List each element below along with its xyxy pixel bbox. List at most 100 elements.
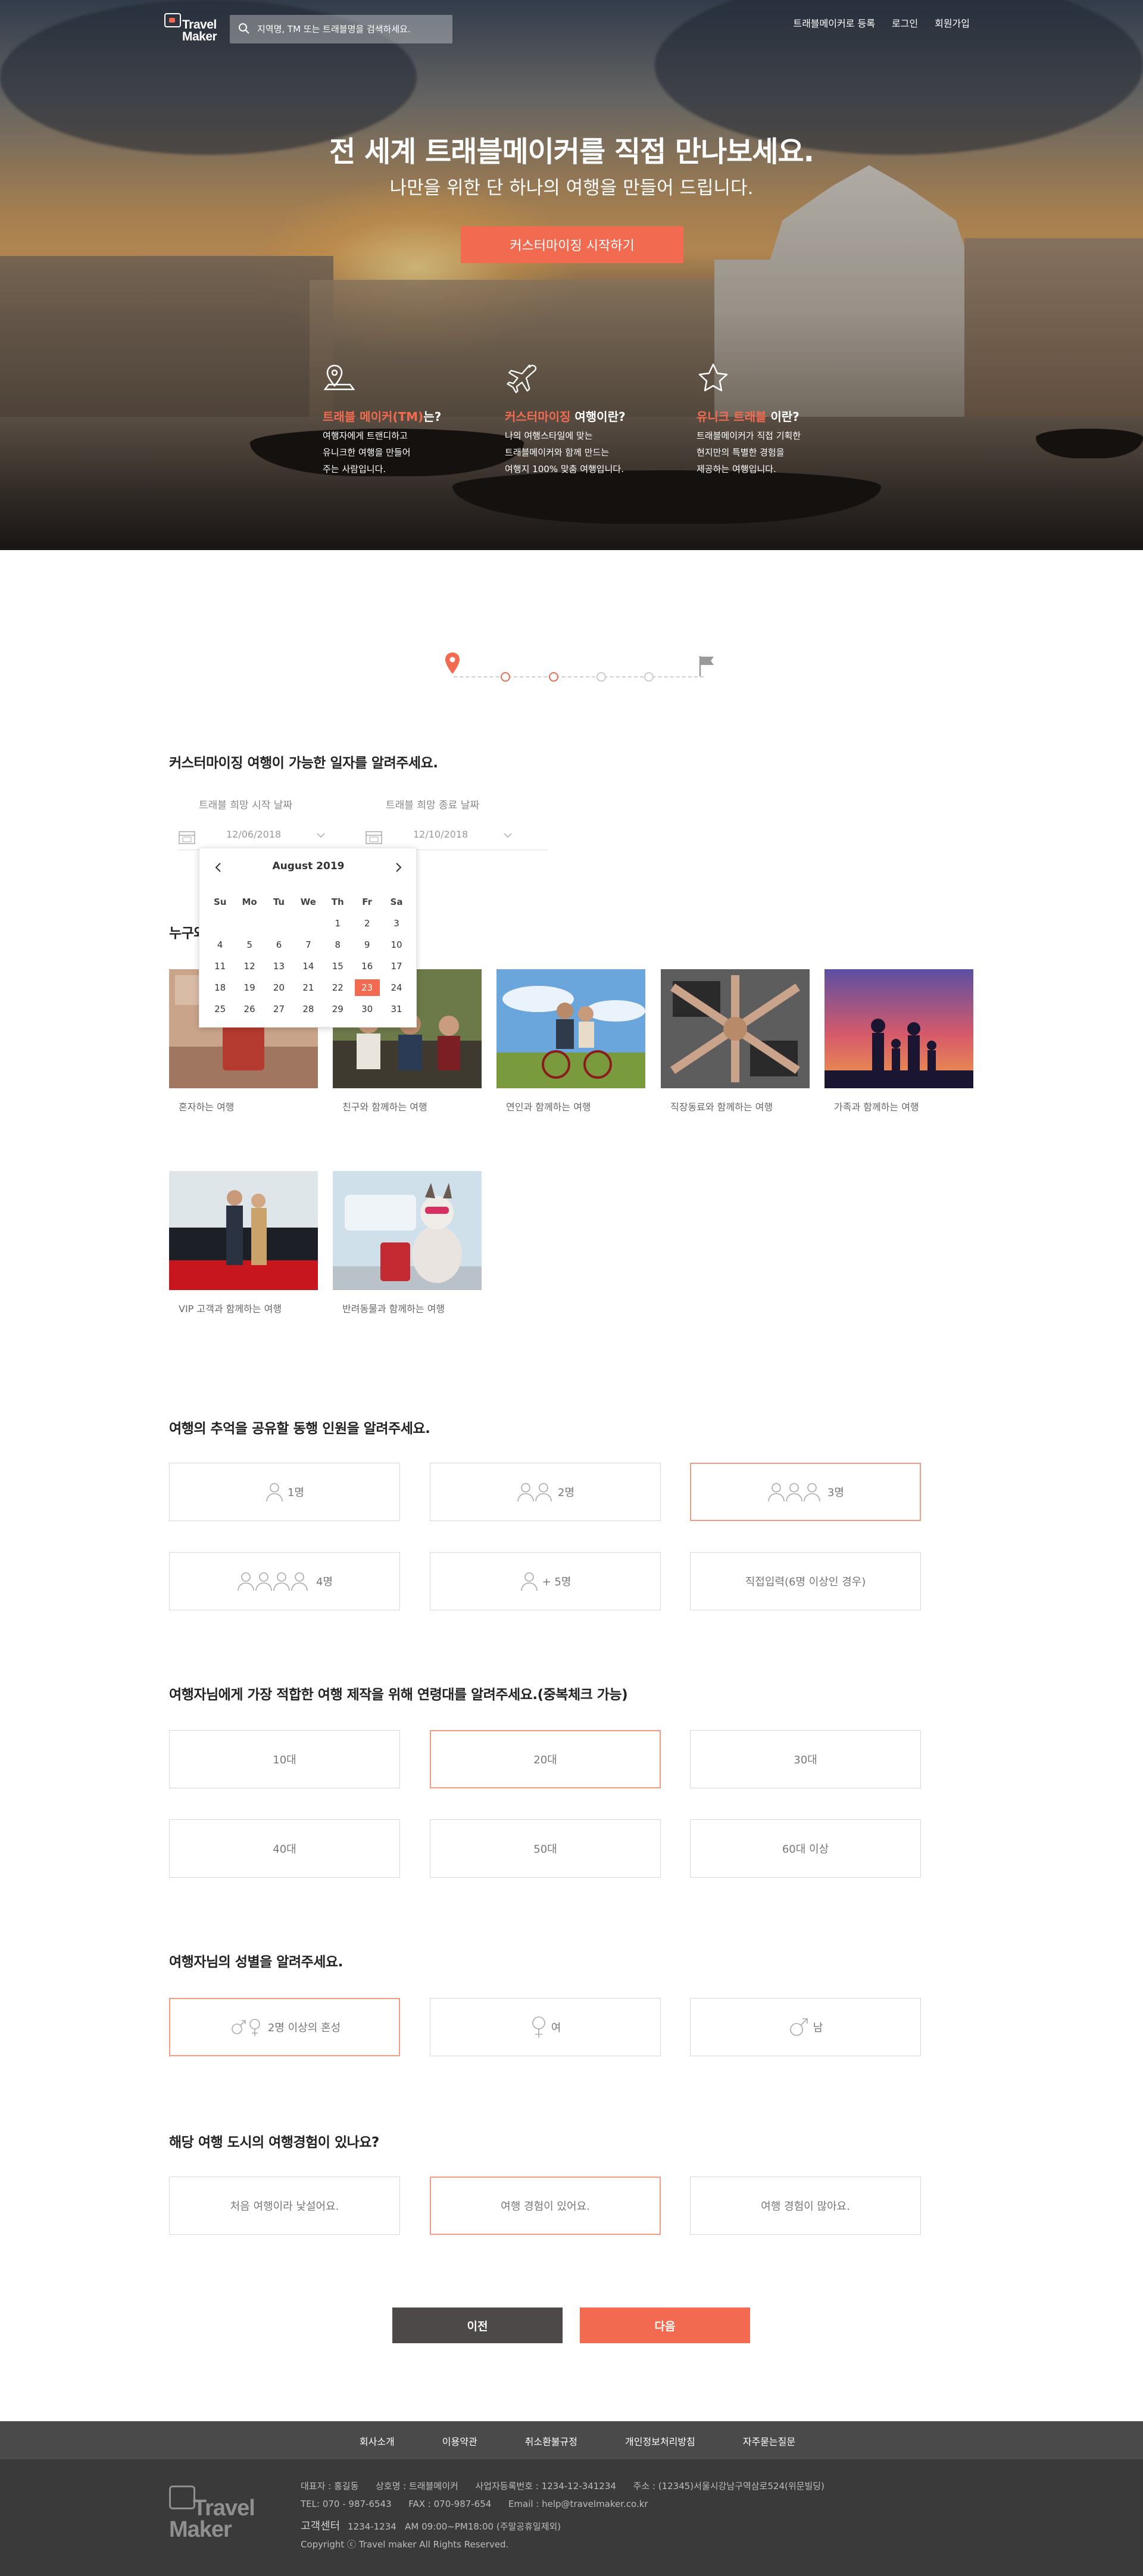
chevron-right-icon	[396, 863, 402, 872]
calendar-cell-text: Mo	[242, 897, 257, 907]
footer-link-privacy[interactable]: 개인정보처리방침	[625, 2434, 695, 2448]
nav-register-travelmaker[interactable]: 트래블메이커로 등록	[793, 15, 875, 30]
age-option-50s[interactable]: 50대	[430, 1819, 661, 1878]
experience-option-some[interactable]: 여행 경험이 있어요.	[430, 2177, 661, 2235]
calendar-cell-text: 20	[273, 982, 285, 993]
vip-travel-photo	[169, 1171, 318, 1290]
company-info-line2: TEL: 070 - 987-6543 FAX : 070-987-654 Em…	[301, 2499, 648, 2509]
search-input[interactable]	[257, 20, 442, 38]
age-option-60plus[interactable]: 60대 이상	[690, 1819, 921, 1878]
gender-option-male[interactable]: 남	[690, 1998, 921, 2056]
age-option-10s[interactable]: 10대	[169, 1730, 400, 1788]
calendar-cell-text: 14	[302, 961, 314, 972]
next-button[interactable]: 다음	[580, 2308, 750, 2343]
gender-option-female[interactable]: 여	[430, 1998, 661, 2056]
calendar-day[interactable]: 4	[205, 936, 235, 958]
calendar-day[interactable]: 21	[293, 979, 323, 1001]
calendar-day[interactable]	[293, 915, 323, 936]
calendar-day[interactable]: 7	[293, 936, 323, 958]
calendar-day[interactable]: 31	[382, 1001, 411, 1022]
footer-logo-line1: Travel	[193, 2496, 255, 2521]
calendar-day[interactable]: 8	[323, 936, 352, 958]
footer-link-faq[interactable]: 자주묻는질문	[743, 2434, 795, 2448]
start-customizing-button[interactable]: 커스터마이징 시작하기	[461, 226, 683, 263]
search-icon[interactable]	[238, 23, 250, 35]
experience-option-many[interactable]: 여행 경험이 많아요.	[690, 2177, 921, 2235]
calendar-cell-text: We	[300, 897, 316, 907]
calendar-day[interactable]: 1	[323, 915, 352, 936]
hero-subtitle: 나만을 위한 단 하나의 여행을 만들어 드립니다.	[389, 177, 754, 199]
calendar-day[interactable]: 30	[352, 1001, 382, 1022]
party-size-option-5plus[interactable]: + 5명	[430, 1552, 661, 1610]
option-label: 여	[551, 2022, 561, 2034]
calendar-day[interactable]: 26	[235, 1001, 264, 1022]
age-option-40s[interactable]: 40대	[169, 1819, 400, 1878]
party-size-option-2[interactable]: 2명	[430, 1463, 661, 1521]
calendar-day[interactable]: 27	[264, 1001, 293, 1022]
calendar-day[interactable]: 28	[293, 1001, 323, 1022]
calendar-day[interactable]: 12	[235, 958, 264, 979]
start-date-field[interactable]: 12/06/2018	[179, 826, 360, 850]
gender-option-mixed[interactable]: 2명 이상의 혼성	[169, 1998, 400, 2056]
nav-signup[interactable]: 회원가입	[935, 15, 970, 30]
calendar-day[interactable]: 20	[264, 979, 293, 1001]
calendar-day[interactable]: 29	[323, 1001, 352, 1022]
calendar-cell-text: 16	[361, 961, 373, 972]
calendar-day[interactable]	[264, 915, 293, 936]
end-date-value: 12/10/2018	[413, 829, 469, 840]
calendar-day-selected[interactable]: 23	[352, 979, 382, 1001]
calendar-day[interactable]: 9	[352, 936, 382, 958]
calendar-day[interactable]: 17	[382, 958, 411, 979]
footer-link-refund-policy[interactable]: 취소환불규정	[525, 2434, 577, 2448]
calendar-month: August 2019	[272, 860, 345, 872]
end-date-field[interactable]: 12/10/2018	[366, 826, 547, 850]
calendar-weekday: Mo	[235, 894, 264, 915]
calendar-day[interactable]: 13	[264, 958, 293, 979]
feature-title-highlight: 커스터마이징	[505, 410, 571, 424]
nav-login[interactable]: 로그인	[892, 15, 918, 30]
calendar-day[interactable]: 24	[382, 979, 411, 1001]
calendar-day[interactable]: 10	[382, 936, 411, 958]
calendar-day[interactable]: 3	[382, 915, 411, 936]
feature-desc: 트래블메이커가 직접 기획한 현지만의 특별한 경험을 제공하는 여행입니다.	[697, 430, 801, 474]
calendar-cell-text: 23	[354, 979, 380, 996]
party-size-option-4[interactable]: 4명	[169, 1552, 400, 1610]
calendar-cell-text: 11	[214, 961, 226, 972]
tile-caption: 가족과 함께하는 여행	[834, 1101, 919, 1113]
footer-link-terms[interactable]: 이용약관	[442, 2434, 477, 2448]
calendar-day[interactable]: 22	[323, 979, 352, 1001]
age-option-30s[interactable]: 30대	[690, 1730, 921, 1788]
calendar-day[interactable]	[235, 915, 264, 936]
prev-button[interactable]: 이전	[392, 2308, 563, 2343]
age-option-20s[interactable]: 20대	[430, 1730, 661, 1788]
age-question: 여행자님에게 가장 적합한 여행 제작을 위해 연령대를 알려주세요.(중복체크…	[169, 1687, 628, 1703]
calendar-cell-text: 31	[391, 1004, 402, 1014]
end-date-label: 트래블 희망 종료 날짜	[386, 800, 479, 811]
party-size-option-3[interactable]: 3명	[690, 1463, 921, 1521]
party-size-option-custom[interactable]: 직접입력(6명 이상인 경우)	[690, 1552, 921, 1610]
calendar-day[interactable]: 18	[205, 979, 235, 1001]
calendar-day[interactable]: 6	[264, 936, 293, 958]
footer-link-company[interactable]: 회사소개	[360, 2434, 395, 2448]
top-bar: Travel Maker 트래블메이커로 등록 로그인 회원가입	[0, 0, 1143, 54]
feature-title: 커스터마이징 여행이란?	[505, 407, 626, 424]
calendar-day[interactable]: 15	[323, 958, 352, 979]
calendar-day[interactable]	[205, 915, 235, 936]
calendar-day[interactable]: 5	[235, 936, 264, 958]
company-info: 대표자 : 홍길동 상호명 : 트래블메이커 사업자등록번호 : 1234-12…	[301, 2477, 825, 2553]
option-label: 2명 이상의 혼성	[267, 2022, 341, 2034]
calendar-day[interactable]: 2	[352, 915, 382, 936]
calendar-day[interactable]: 14	[293, 958, 323, 979]
site-logo[interactable]: Travel Maker	[164, 13, 218, 45]
calendar-day[interactable]: 11	[205, 958, 235, 979]
calendar-day[interactable]: 16	[352, 958, 382, 979]
calendar-day[interactable]: 25	[205, 1001, 235, 1022]
calendar-next-button[interactable]	[390, 859, 407, 876]
step-dot	[549, 672, 558, 682]
calendar-weekday-row: Su Mo Tu We Th Fr Sa	[205, 894, 411, 915]
experience-option-first[interactable]: 처음 여행이라 낯설어요.	[169, 2177, 400, 2235]
calendar-day[interactable]: 19	[235, 979, 264, 1001]
party-size-option-1[interactable]: 1명	[169, 1463, 400, 1521]
calendar-cell-text: 7	[305, 939, 311, 950]
female-icon	[532, 2016, 545, 2038]
